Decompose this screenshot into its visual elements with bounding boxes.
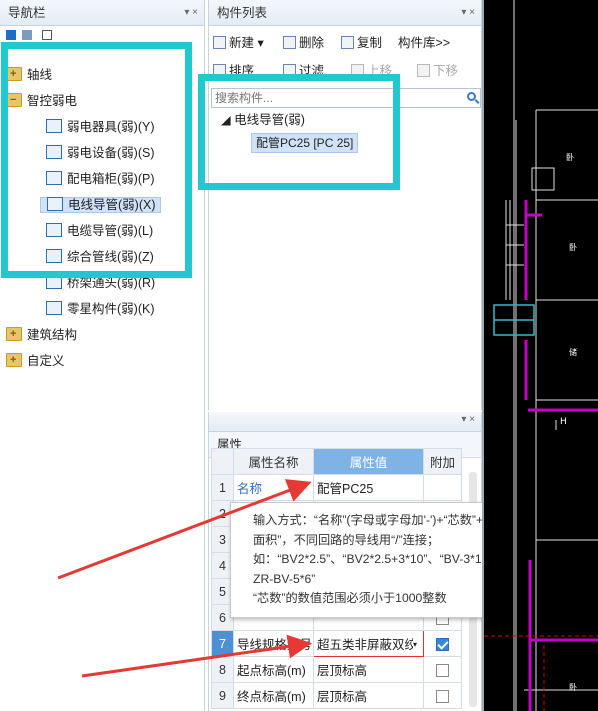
arrow-to-name-cell <box>57 479 312 580</box>
arrow-to-wire-spec-cell <box>81 634 312 678</box>
annotation-arrows <box>57 479 312 678</box>
